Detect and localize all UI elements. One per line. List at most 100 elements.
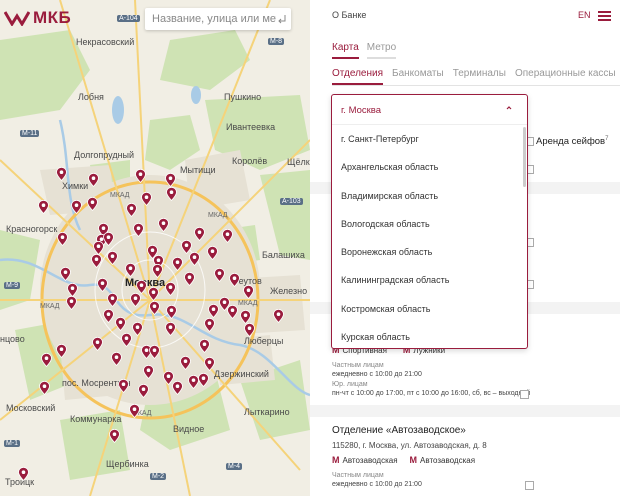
branch-marker-icon[interactable] [197,373,209,387]
branch-marker-icon[interactable] [86,197,98,211]
branch-marker-icon[interactable] [120,333,132,347]
brand-logo[interactable]: МКБ [4,8,71,28]
branch-marker-icon[interactable] [171,381,183,395]
tab-metro[interactable]: Метро [366,42,397,59]
branch-marker-icon[interactable] [102,309,114,323]
branch-marker-icon[interactable] [110,352,122,366]
branch-marker-icon[interactable] [59,267,71,281]
branch-marker-icon[interactable] [134,169,146,183]
branch-map[interactable]: Некрасовский Лобня Долгопрудный Химки Кр… [0,0,310,496]
branch-marker-icon[interactable] [198,339,210,353]
branch-marker-icon[interactable] [242,285,254,299]
city-option[interactable]: Вологодская область [332,210,527,238]
branch-marker-icon[interactable] [66,283,78,297]
branch-marker-icon[interactable] [203,318,215,332]
branch-marker-icon[interactable] [164,322,176,336]
tab-branches[interactable]: Отделения [332,68,384,85]
type-tabs: Отделения Банкоматы Терминалы Операционн… [332,68,616,85]
branch-marker-icon[interactable] [106,293,118,307]
branch-marker-icon[interactable] [108,429,120,443]
dropdown-scrollbar[interactable] [523,127,526,187]
branch-marker-icon[interactable] [151,264,163,278]
branch-marker-icon[interactable] [226,305,238,319]
branch-marker-icon[interactable] [272,309,284,323]
city-option[interactable]: г. Санкт-Петербург [332,125,527,153]
tab-map[interactable]: Карта [332,42,359,59]
branch-marker-icon[interactable] [91,337,103,351]
about-bank-link[interactable]: О Банке [332,10,366,20]
branch-marker-icon[interactable] [137,384,149,398]
branch-marker-icon[interactable] [239,310,251,324]
branch-marker-icon[interactable] [106,251,118,265]
branch-marker-icon[interactable] [207,304,219,318]
branch-marker-icon[interactable] [132,223,144,237]
branch-marker-icon[interactable] [187,375,199,389]
branch-marker-icon[interactable] [228,273,240,287]
branch-marker-icon[interactable] [157,218,169,232]
branch-marker-icon[interactable] [128,404,140,418]
branch-marker-icon[interactable] [148,345,160,359]
branch-marker-icon[interactable] [38,381,50,395]
branch-marker-icon[interactable] [55,344,67,358]
filter-checkbox[interactable] [525,481,534,490]
city-select-value[interactable]: г. Москва [332,95,527,125]
branch-marker-icon[interactable] [165,305,177,319]
city-option[interactable]: Курская область [332,323,527,351]
branch-marker-icon[interactable] [102,232,114,246]
tab-cash-desks[interactable]: Операционные кассы [515,68,616,85]
branch-marker-icon[interactable] [90,254,102,268]
branch-marker-icon[interactable] [164,282,176,296]
language-switch[interactable]: EN [578,10,591,20]
menu-icon[interactable] [598,11,611,21]
city-option[interactable]: Владимирская область [332,182,527,210]
branch-marker-icon[interactable] [125,203,137,217]
branch-marker-icon[interactable] [131,322,143,336]
branch-marker-icon[interactable] [142,365,154,379]
tab-atms[interactable]: Банкоматы [392,68,444,85]
branch-marker-icon[interactable] [135,280,147,294]
branch-marker-icon[interactable] [70,200,82,214]
branch-marker-icon[interactable] [124,263,136,277]
city-option[interactable]: Архангельская область [332,153,527,181]
branch-title[interactable]: Отделение «Автозаводское» [332,425,466,436]
branch-marker-icon[interactable] [117,379,129,393]
chevron-up-icon[interactable] [505,104,513,112]
branch-marker-icon[interactable] [129,293,141,307]
branch-marker-icon[interactable] [183,272,195,286]
city-select[interactable]: г. Москва г. Санкт-Петербург Архангельск… [331,94,528,349]
branch-marker-icon[interactable] [114,317,126,331]
branch-marker-icon[interactable] [87,173,99,187]
branch-marker-icon[interactable] [221,229,233,243]
branch-marker-icon[interactable] [206,246,218,260]
branch-marker-icon[interactable] [193,227,205,241]
branch-marker-icon[interactable] [92,241,104,255]
city-option[interactable]: Калининградская область [332,266,527,294]
branch-marker-icon[interactable] [96,278,108,292]
branch-marker-icon[interactable] [213,268,225,282]
branch-marker-icon[interactable] [243,323,255,337]
safe-rental-filter[interactable]: Аренда сейфов7 [536,136,608,147]
branch-marker-icon[interactable] [65,296,77,310]
branch-marker-icon[interactable] [140,192,152,206]
branch-marker-icon[interactable] [147,287,159,301]
branch-marker-icon[interactable] [40,353,52,367]
branch-marker-icon[interactable] [17,467,29,481]
tab-terminals[interactable]: Терминалы [453,68,506,85]
map-label-highway: М-9 [4,282,21,289]
branch-marker-icon[interactable] [179,356,191,370]
branch-marker-icon[interactable] [37,200,49,214]
city-option[interactable]: Воронежская область [332,238,527,266]
branch-marker-icon[interactable] [188,252,200,266]
branch-marker-icon[interactable] [55,167,67,181]
branch-marker-icon[interactable] [165,187,177,201]
branch-marker-icon[interactable] [56,232,68,246]
branch-marker-icon[interactable] [171,257,183,271]
enter-icon[interactable] [276,13,288,25]
map-search[interactable] [145,8,291,30]
branch-marker-icon[interactable] [164,173,176,187]
search-input[interactable] [152,13,276,25]
city-option[interactable]: Костромская область [332,295,527,323]
branch-marker-icon[interactable] [148,301,160,315]
filter-checkbox[interactable] [520,390,529,399]
branch-marker-icon[interactable] [203,357,215,371]
